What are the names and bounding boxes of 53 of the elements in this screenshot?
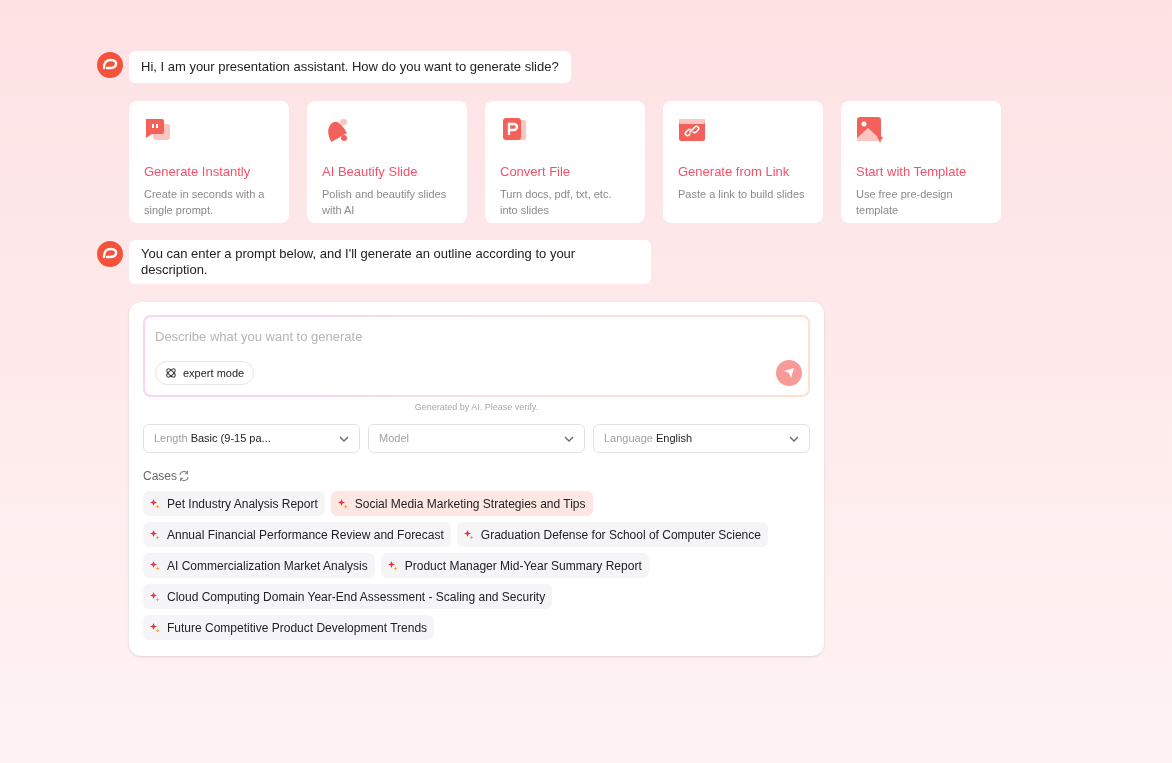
assistant-avatar-icon — [97, 52, 123, 78]
option-title: AI Beautify Slide — [322, 162, 419, 181]
sparkle-icon — [150, 622, 160, 633]
assistant-avatar-icon — [97, 240, 123, 267]
send-button[interactable] — [776, 360, 802, 386]
sparkle-icon — [150, 560, 160, 571]
option-title: Generate from Link — [678, 162, 791, 181]
cases-label: Cases — [143, 468, 177, 485]
sparkle-icon — [150, 591, 160, 602]
dropdown-value: English — [655, 431, 693, 447]
dropdown-label: Model — [379, 431, 409, 447]
option-title: Generate Instantly — [144, 162, 252, 181]
dropdown-select[interactable]: Language English — [593, 424, 810, 453]
option-card[interactable]: Generate Instantly Create in seconds with a single prompt. — [129, 100, 289, 223]
disclaimer-text: Generated by AI. Please verify. — [413, 400, 540, 414]
dropdown-label: Length — [154, 431, 188, 447]
chevron-down-icon — [564, 435, 574, 442]
case-chip[interactable]: Social Media Marketing Strategies and Tips — [330, 491, 593, 516]
chevron-down-icon — [339, 435, 349, 442]
sparkle-icon — [463, 529, 474, 540]
case-chip[interactable]: Graduation Defense for School of Computer Science — [456, 522, 768, 547]
refresh-icon[interactable] — [178, 470, 190, 482]
sparkle-icon — [150, 529, 160, 540]
option-card[interactable]: Generate from Link Paste a link to build slides — [663, 100, 823, 223]
option-description: Use free pre-design template — [856, 187, 954, 218]
chevron-down-icon — [789, 435, 799, 442]
atom-icon — [165, 367, 177, 379]
assistant-message: You can enter a prompt below, and I'll generate an outline according to your description. — [129, 239, 651, 284]
option-description: Polish and beautify slides with AI — [322, 187, 448, 218]
case-chip[interactable]: AI Commercialization Market Analysis — [143, 553, 375, 578]
option-description: Turn docs, pdf, txt, etc. into slides — [500, 187, 613, 218]
case-chip[interactable]: Pet Industry Analysis Report — [143, 491, 325, 516]
send-icon — [783, 367, 795, 379]
sparkle-icon — [150, 498, 160, 509]
case-chip[interactable]: Future Competitive Product Development Trends — [143, 615, 435, 640]
case-chip[interactable]: Cloud Computing Domain Year-End Assessment - Scaling and Security — [143, 584, 553, 609]
sparkle-icon — [387, 560, 398, 571]
sparkle-icon — [337, 498, 348, 509]
prompt-input[interactable]: Describe what you want to generate — [155, 326, 798, 346]
dropdown-value: Basic (9-15 pa... — [190, 431, 271, 447]
case-chip[interactable]: Annual Financial Performance Review and Forecast — [143, 522, 451, 547]
option-description: Create in seconds with a single prompt. — [144, 187, 266, 218]
option-title: Convert File — [500, 162, 572, 181]
option-card[interactable]: AI Beautify Slide Polish and beautify slides with AI — [307, 100, 467, 223]
image-icon — [856, 115, 884, 144]
dropdown-select[interactable]: Length Basic (9-15 pa... — [143, 424, 360, 453]
option-title: Start with Template — [856, 162, 968, 181]
assistant-message: Hi, I am your presentation assistant. How do you want to generate slide? — [129, 51, 571, 83]
option-card[interactable]: Convert File Turn docs, pdf, txt, etc. into slides — [485, 100, 645, 223]
dropdown-label: Language — [604, 431, 653, 447]
case-chip[interactable]: Product Manager Mid-Year Summary Report — [380, 553, 649, 578]
option-card[interactable]: Start with Template Use free pre-design template — [841, 100, 1001, 223]
option-description: Paste a link to build slides — [678, 187, 806, 202]
